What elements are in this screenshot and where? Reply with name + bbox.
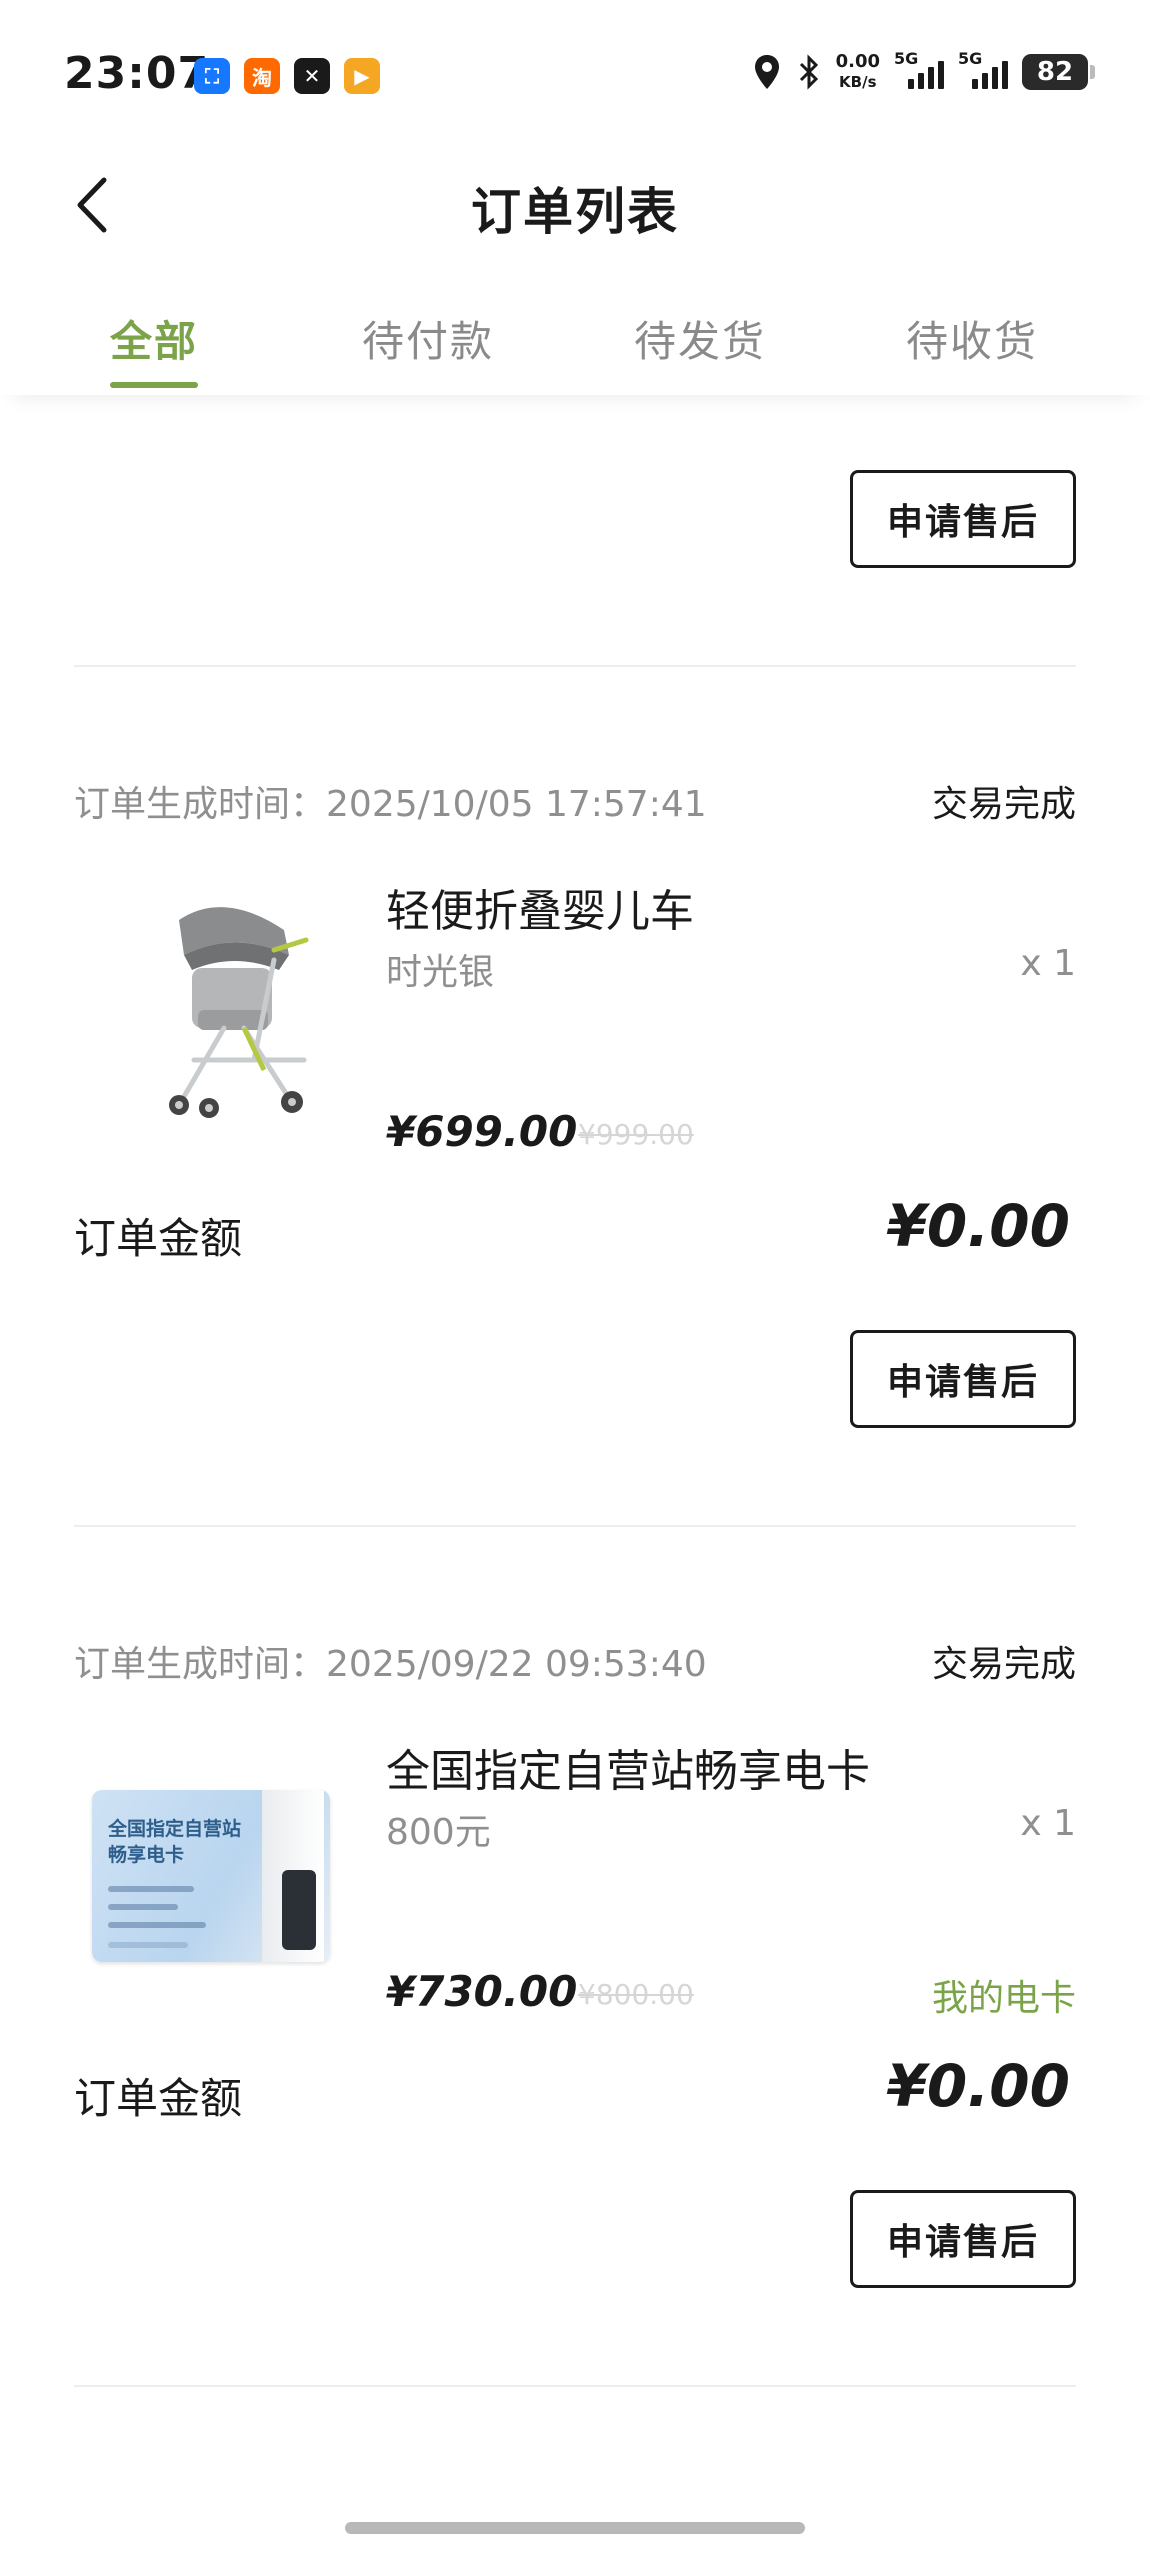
x-app-icon: ✕ (294, 58, 330, 94)
after-sale-button[interactable]: 申请售后 (850, 2190, 1076, 2288)
card-image-line (108, 1942, 188, 1948)
order-status: 交易完成 (931, 784, 1076, 825)
product-original-price: ¥800.00 (578, 1978, 694, 2011)
signal-1-icon: 5G (894, 49, 944, 89)
after-sale-button[interactable]: 申请售后 (850, 1330, 1076, 1428)
signal-2-icon: 5G (958, 49, 1008, 89)
app-blue-icon: ⛶ (194, 58, 230, 94)
order-created-value: 2025/10/05 17:57:41 (326, 784, 707, 825)
product-name[interactable]: 全国指定自营站畅享电卡 (386, 1735, 870, 1799)
order-created-time: 订单生成时间：2025/10/05 17:57:41 (74, 775, 707, 827)
product-spec: 时光银 (386, 952, 495, 993)
tab-all[interactable]: 全部 (110, 308, 198, 369)
charge-card-image[interactable]: 全国指定自营站 畅享电卡 (92, 1790, 330, 1962)
product-quantity: x 1 (1020, 943, 1076, 984)
status-indicators: 0.00 KB/s 5G 5G 82 (752, 49, 1095, 92)
tab-pending-payment[interactable]: 待付款 (362, 308, 494, 369)
product-original-price: ¥999.00 (578, 1118, 694, 1151)
nav-header: 订单列表 (0, 150, 1150, 260)
charger-device-graphic (262, 1790, 324, 1962)
order-total-value: ¥0.00 (886, 1192, 1070, 1260)
order-total-label: 订单金额 (74, 2074, 243, 2123)
card-image-line (108, 1904, 178, 1910)
card-image-title-line1: 全国指定自营站 (108, 1818, 242, 1840)
signal-2-label: 5G (958, 49, 983, 68)
order-total-label: 订单金额 (74, 1214, 243, 1263)
product-name[interactable]: 轻便折叠婴儿车 (386, 875, 694, 939)
battery-icon: 82 (1022, 54, 1095, 90)
card-image-title: 全国指定自营站 畅享电卡 (108, 1816, 241, 1868)
order-tabs: 全部 待付款 待发货 待收货 (0, 280, 1150, 395)
status-time: 23:07 (64, 48, 210, 99)
bluetooth-icon (799, 54, 818, 90)
order-divider (74, 1525, 1076, 1527)
order-created-label: 订单生成时间： (74, 784, 327, 825)
video-app-icon: ▶ (344, 58, 380, 94)
location-icon (754, 55, 779, 89)
card-image-line (108, 1922, 206, 1928)
tab-active-indicator (110, 382, 198, 388)
my-charge-card-link[interactable]: 我的电卡 (932, 1969, 1076, 2021)
order-status: 交易完成 (931, 1644, 1076, 1685)
page-title: 订单列表 (471, 183, 679, 241)
card-image-title-line2: 畅享电卡 (108, 1844, 185, 1866)
after-sale-button[interactable]: 申请售后 (850, 470, 1076, 568)
order-total-value: ¥0.00 (886, 2052, 1070, 2120)
status-app-icons: ⛶ 淘 ✕ ▶ (194, 58, 380, 94)
order-list[interactable]: 申请售后 订单生成时间：2025/10/05 17:57:41 交易完成 轻便折… (0, 395, 1150, 2556)
signal-1-label: 5G (894, 49, 919, 68)
order-created-label: 订单生成时间： (74, 1644, 327, 1685)
order-created-value: 2025/09/22 09:53:40 (326, 1644, 707, 1685)
tab-pending-shipment[interactable]: 待发货 (634, 308, 766, 369)
order-divider (74, 2385, 1076, 2387)
order-divider (74, 665, 1076, 667)
network-speed-value: 0.00 (835, 51, 880, 72)
taobao-icon: 淘 (244, 58, 280, 94)
order-created-time: 订单生成时间：2025/09/22 09:53:40 (74, 1635, 707, 1687)
product-quantity: x 1 (1020, 1803, 1076, 1844)
status-bar: 23:07 ⛶ 淘 ✕ ▶ 0.00 KB/s 5G 5G 82 (0, 0, 1150, 150)
product-price: ¥699.00 (386, 1107, 578, 1156)
card-image-line (108, 1886, 194, 1892)
home-indicator[interactable] (345, 2522, 805, 2534)
product-spec: 800元 (386, 1812, 491, 1853)
product-price: ¥730.00 (386, 1967, 578, 2016)
network-speed: 0.00 KB/s (836, 52, 880, 92)
network-speed-unit: KB/s (839, 73, 877, 91)
tab-pending-receipt[interactable]: 待收货 (906, 308, 1038, 369)
stroller-image[interactable] (74, 860, 364, 1150)
